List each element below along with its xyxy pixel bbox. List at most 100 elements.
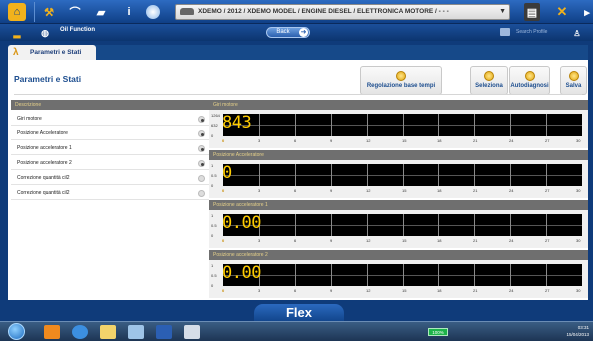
- x-tick-label: 12: [366, 138, 371, 143]
- grid-line: [510, 264, 511, 286]
- list-item[interactable]: Giri motore: [11, 113, 209, 126]
- chart-plot: [223, 164, 582, 186]
- grid-line: [546, 114, 547, 136]
- tab-label: Parametri e Stati: [30, 49, 82, 56]
- media-icon[interactable]: [128, 325, 144, 339]
- y-tick-label: 1264: [211, 113, 220, 118]
- grid-line: [438, 264, 439, 286]
- globe-icon[interactable]: [146, 5, 160, 19]
- list-item-label: Correzione quantità cil2: [17, 175, 70, 181]
- grid-line: [474, 114, 475, 136]
- selection-radio[interactable]: [198, 116, 205, 123]
- grid-line: [546, 264, 547, 286]
- info-icon[interactable]: i: [120, 3, 138, 21]
- x-tick-label: 0: [222, 138, 225, 143]
- selection-radio[interactable]: [198, 145, 205, 152]
- outlook-icon[interactable]: [44, 325, 60, 339]
- chart-title: Giri motore: [209, 100, 588, 110]
- grid-line: [331, 214, 332, 236]
- list-item[interactable]: Correzione quantità cil2: [11, 172, 209, 185]
- select-label: Seleziona: [475, 83, 503, 89]
- list-item[interactable]: Correzione quantità cil2: [11, 187, 209, 200]
- autodiag-icon: [524, 71, 535, 81]
- list-item[interactable]: Posizione acceleratore 2: [11, 157, 209, 170]
- chart-title: Posizione Acceleratore: [209, 150, 588, 160]
- list-item[interactable]: Posizione Acceleratore: [11, 127, 209, 140]
- y-tick-label: 632: [211, 123, 218, 128]
- y-tick-label: 1: [211, 213, 214, 218]
- grid-line: [438, 164, 439, 186]
- clock[interactable]: 03:31 15/04/2013: [566, 324, 589, 338]
- grid-line: [367, 264, 368, 286]
- x-tick-label: 6: [294, 138, 297, 143]
- x-tick-label: 27: [545, 138, 550, 143]
- word-icon[interactable]: [156, 325, 172, 339]
- x-tick-label: 6: [294, 288, 297, 293]
- x-tick-label: 18: [437, 188, 442, 193]
- wifi-icon[interactable]: ⌒: [66, 3, 84, 21]
- grid-line: [295, 114, 296, 136]
- grid-line: [259, 114, 260, 136]
- x-tick-label: 12: [366, 238, 371, 243]
- diagnostic-app-icon[interactable]: [184, 325, 200, 339]
- list-item[interactable]: Posizione acceleratore 1: [11, 142, 209, 155]
- selection-radio[interactable]: [198, 130, 205, 137]
- vehicle-path-selector[interactable]: XDEMO / 2012 / XDEMO MODEL / ENGINE DIES…: [175, 4, 510, 20]
- selection-radio[interactable]: [198, 190, 205, 197]
- grid-line: [295, 164, 296, 186]
- selection-radio[interactable]: [198, 175, 205, 182]
- flex-button[interactable]: Flex: [254, 304, 344, 321]
- list-item-label: Correzione quantità cil2: [17, 190, 70, 196]
- selection-radio[interactable]: [198, 160, 205, 167]
- x-tick-label: 9: [330, 238, 333, 243]
- car-icon: [180, 8, 194, 15]
- chart-title: Posizione acceleratore 1: [209, 200, 588, 210]
- clock-date: 15/04/2013: [566, 332, 589, 337]
- x-tick-label: 9: [330, 188, 333, 193]
- ie-icon[interactable]: [72, 325, 88, 339]
- home-icon[interactable]: ⌂: [8, 3, 26, 21]
- autodiag-button[interactable]: Autodiagnosi: [509, 66, 550, 95]
- chart-body: 1 0.5 0 0 0 3 6 9 12 15 18 21 24 27 30: [209, 160, 588, 198]
- y-tick-label: 0: [211, 233, 214, 238]
- grid-line: [259, 164, 260, 186]
- x-tick-label: 0: [222, 288, 225, 293]
- x-tick-label: 30: [576, 138, 581, 143]
- grid-line: [438, 114, 439, 136]
- back-button[interactable]: Back ➜: [266, 27, 310, 38]
- user-icon[interactable]: ♙: [568, 24, 586, 42]
- x-tick-label: 9: [330, 288, 333, 293]
- x-tick-label: 3: [258, 188, 261, 193]
- folder-icon[interactable]: ▰: [92, 3, 110, 21]
- y-tick-label: 0.5: [211, 223, 217, 228]
- settings-tools-icon[interactable]: ✕: [553, 3, 571, 21]
- battery-status: 100%: [428, 328, 448, 336]
- timebase-button[interactable]: Regolazione base tempi: [360, 66, 442, 95]
- x-tick-label: 24: [509, 238, 514, 243]
- grid-line: [438, 214, 439, 236]
- x-tick-label: 18: [437, 288, 442, 293]
- start-button[interactable]: [8, 323, 25, 340]
- x-tick-label: 3: [258, 138, 261, 143]
- select-button[interactable]: Seleziona: [470, 66, 508, 95]
- wrench-icon[interactable]: ⚒: [40, 3, 58, 21]
- x-tick-label: 6: [294, 188, 297, 193]
- battery-vci-icon[interactable]: ▤: [524, 3, 540, 21]
- grid-line: [403, 264, 404, 286]
- tab-parametri-e-stati[interactable]: λ Parametri e Stati: [8, 45, 96, 60]
- search-profile-field[interactable]: Search Profile: [500, 27, 560, 38]
- explorer-icon[interactable]: [100, 325, 116, 339]
- save-button[interactable]: Salva: [560, 66, 587, 95]
- chart-body: 1264 632 0 843 0 3 6 9 12 15 18 21 24 27 30: [209, 110, 588, 148]
- x-tick-label: 24: [509, 138, 514, 143]
- x-tick-label: 21: [473, 188, 478, 193]
- grid-line: [331, 264, 332, 286]
- divider: [14, 94, 582, 95]
- more-icon[interactable]: ▸: [578, 3, 593, 21]
- x-tick-label: 21: [473, 288, 478, 293]
- parameter-chart: Posizione acceleratore 2 1 0.5 0 0.00 0 3 6 9 12 1…: [209, 250, 588, 298]
- chart-body: 1 0.5 0 0.00 0 3 6 9 12 15 18 21 24 27 30: [209, 210, 588, 248]
- current-value: 843: [222, 113, 252, 133]
- y-tick-label: 1: [211, 263, 214, 268]
- x-tick-label: 9: [330, 138, 333, 143]
